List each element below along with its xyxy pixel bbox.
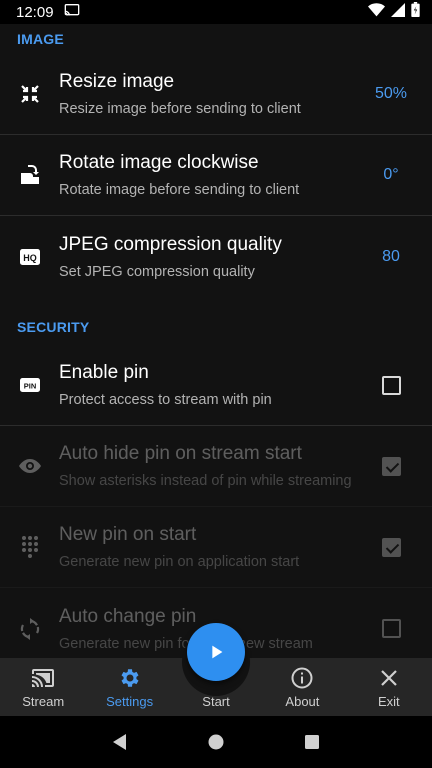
nav-label: About (285, 694, 320, 709)
auto-hide-pin-checkbox (381, 456, 401, 476)
system-navigation-bar (0, 716, 432, 768)
setting-enable-pin[interactable]: PIN Enable pin Protect access to stream … (0, 345, 432, 426)
auto-change-pin-checkbox (381, 619, 401, 638)
setting-title: Auto hide pin on stream start (59, 443, 302, 464)
back-icon[interactable] (111, 733, 129, 751)
setting-subtitle: Generate new pin on application start (59, 554, 300, 570)
section-header-security: SECURITY (17, 319, 90, 335)
setting-subtitle: Resize image before sending to client (59, 101, 301, 117)
close-icon (381, 670, 397, 686)
nav-stream[interactable]: Stream (0, 658, 86, 716)
svg-text:HQ: HQ (23, 253, 37, 263)
gear-icon (121, 669, 139, 687)
svg-text:PIN: PIN (23, 382, 36, 391)
setting-subtitle: Set JPEG compression quality (59, 263, 255, 280)
setting-new-pin-on-start: New pin on start Generate new pin on app… (0, 507, 432, 588)
eye-icon (0, 426, 59, 506)
cast-icon (32, 669, 55, 687)
nav-label: Stream (22, 694, 65, 709)
signal-icon (391, 2, 405, 22)
section-header-image: IMAGE (17, 31, 64, 47)
rotate-icon (0, 135, 59, 215)
nav-settings[interactable]: Settings (86, 658, 172, 716)
status-time: 12:09 (16, 3, 54, 21)
enable-pin-checkbox[interactable] (381, 375, 401, 395)
setting-auto-hide-pin: Auto hide pin on stream start Show aster… (0, 426, 432, 507)
cast-status-icon (64, 3, 80, 22)
nav-label: Exit (377, 694, 400, 709)
setting-subtitle: Rotate image before sending to client (59, 182, 300, 198)
play-icon (212, 645, 223, 659)
nav-exit[interactable]: Exit (346, 658, 432, 716)
nav-label: Settings (106, 694, 154, 709)
info-icon (291, 667, 313, 689)
dialpad-icon (0, 507, 59, 587)
recents-icon[interactable] (303, 733, 321, 751)
new-pin-on-start-checkbox (381, 537, 401, 557)
wifi-icon (368, 2, 385, 22)
setting-subtitle: Protect access to stream with pin (59, 392, 272, 408)
setting-value: 80 (382, 247, 400, 265)
autorenew-icon (0, 588, 59, 658)
nav-label: Start (202, 694, 230, 709)
resize-icon (0, 54, 59, 134)
setting-title: Rotate image clockwise (59, 152, 259, 173)
setting-title: Resize image (59, 71, 175, 92)
setting-rotate-image[interactable]: Rotate image clockwise Rotate image befo… (0, 135, 432, 216)
pin-icon: PIN (0, 345, 59, 425)
setting-title: Enable pin (59, 362, 149, 383)
setting-jpeg-quality[interactable]: HQ JPEG compression quality Set JPEG com… (0, 216, 432, 297)
nav-about[interactable]: About (259, 658, 345, 716)
setting-title: JPEG compression quality (59, 233, 282, 255)
settings-list[interactable]: IMAGE Resize image Resize image before s… (0, 24, 432, 658)
setting-value: 0° (383, 166, 399, 183)
setting-title: New pin on start (59, 524, 197, 545)
hq-icon: HQ (0, 216, 59, 297)
start-fab-button[interactable] (187, 623, 245, 681)
setting-subtitle: Show asterisks instead of pin while stre… (59, 473, 352, 489)
battery-icon (411, 2, 420, 22)
setting-resize-image[interactable]: Resize image Resize image before sending… (0, 54, 432, 135)
home-icon[interactable] (207, 733, 225, 751)
setting-value: 50% (374, 85, 408, 102)
status-bar: 12:09 (0, 0, 432, 24)
